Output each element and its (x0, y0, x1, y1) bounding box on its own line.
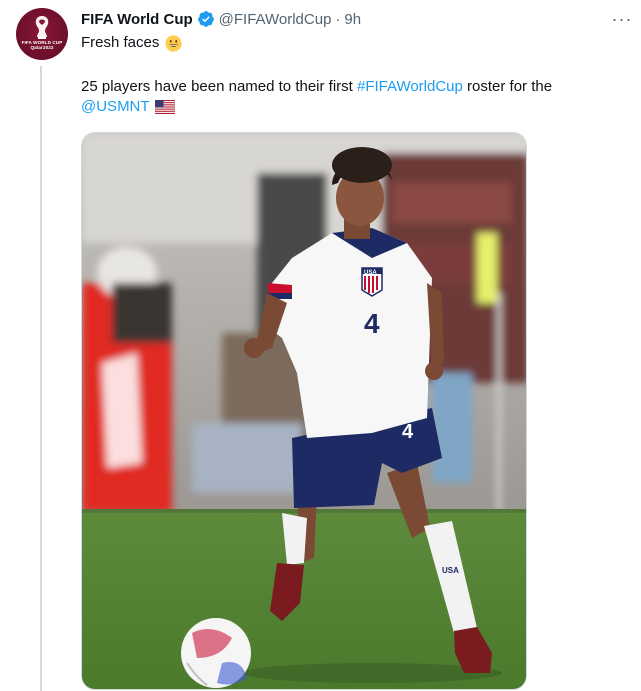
tweet-line-1: Fresh faces (81, 33, 621, 53)
tweet-text-suffix: roster for the (462, 78, 553, 95)
display-name[interactable]: FIFA World Cup (81, 11, 193, 28)
sock-text: USA (442, 566, 459, 575)
fifa-trophy-icon (35, 16, 49, 39)
us-flag-emoji-icon (154, 99, 175, 115)
tweet-text: Fresh faces 25 players have been named t… (81, 33, 621, 117)
tweet[interactable]: FIFA WORLD CUP Qatar2022 FIFA World Cup … (0, 0, 641, 691)
thread-line (40, 66, 42, 691)
grinning-face-emoji-icon (165, 34, 182, 52)
user-handle[interactable]: @FIFAWorldCup (219, 11, 332, 28)
tweet-header: FIFA World Cup @FIFAWorldCup · 9h (81, 9, 361, 29)
avatar[interactable]: FIFA WORLD CUP Qatar2022 (16, 8, 68, 60)
tweet-photo[interactable]: 4 USA 4 USA (81, 132, 527, 690)
tweet-line-2: 25 players have been named to their firs… (81, 77, 621, 97)
more-options-icon[interactable]: ··· (610, 8, 634, 30)
separator-dot: · (335, 10, 341, 28)
hashtag-link[interactable]: #FIFAWorldCup (357, 77, 463, 97)
tweet-line-3: @USMNT (81, 97, 621, 117)
crest-text: USA (364, 270, 377, 276)
jersey-number: 4 (364, 308, 380, 339)
avatar-caption: FIFA WORLD CUP Qatar2022 (21, 40, 63, 50)
mention-link[interactable]: @USMNT (81, 97, 150, 117)
tweet-text-prefix: 25 players have been named to their firs… (81, 78, 357, 95)
verified-badge-icon (197, 10, 215, 28)
timestamp[interactable]: 9h (344, 11, 361, 28)
tweet-text-line1: Fresh faces (81, 34, 160, 51)
player-photo: 4 USA 4 USA (82, 133, 526, 689)
